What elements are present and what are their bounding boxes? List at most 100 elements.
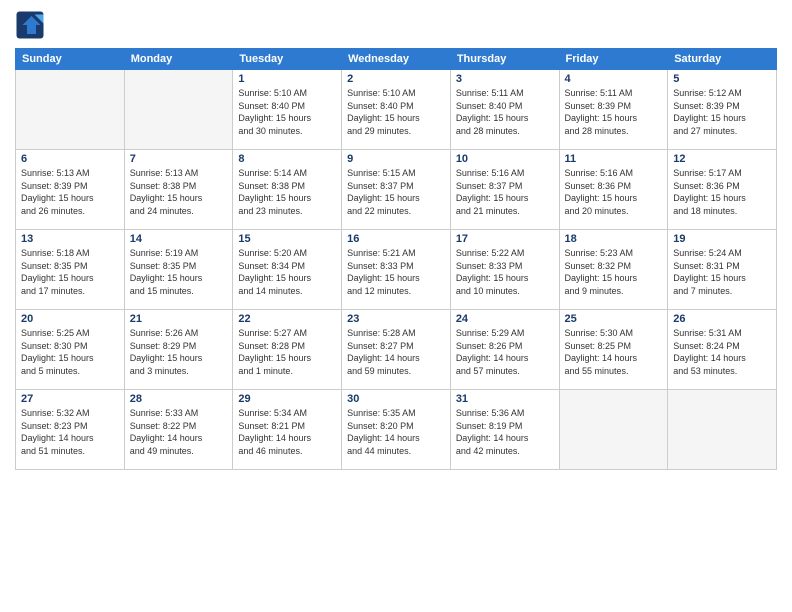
calendar-cell: 8 Sunrise: 5:14 AM Sunset: 8:38 PM Daylig… — [233, 150, 342, 230]
calendar-cell: 16Sunrise: 5:21 AM Sunset: 8:33 PM Dayli… — [342, 230, 451, 310]
day-number: 2 — [347, 73, 445, 85]
day-info: Sunrise: 5:13 AM Sunset: 8:39 PM Dayligh… — [21, 167, 119, 217]
weekday-header-sunday: Sunday — [16, 49, 125, 70]
day-number: 17 — [456, 233, 554, 245]
week-row-1: 1 Sunrise: 5:10 AM Sunset: 8:40 PM Daylig… — [16, 70, 777, 150]
calendar-page: SundayMondayTuesdayWednesdayThursdayFrid… — [0, 0, 792, 612]
day-info: Sunrise: 5:16 AM Sunset: 8:36 PM Dayligh… — [565, 167, 663, 217]
day-info: Sunrise: 5:12 AM Sunset: 8:39 PM Dayligh… — [673, 87, 771, 137]
header — [15, 10, 777, 40]
day-number: 24 — [456, 313, 554, 325]
calendar-cell: 12 Sunrise: 5:17 AM Sunset: 8:36 PM Dayli… — [668, 150, 777, 230]
day-info: Sunrise: 5:32 AM Sunset: 8:23 PM Dayligh… — [21, 407, 119, 457]
calendar-cell: 24 Sunrise: 5:29 AM Sunset: 8:26 PM Dayli… — [450, 310, 559, 390]
day-info: Sunrise: 5:18 AM Sunset: 8:35 PM Dayligh… — [21, 247, 119, 297]
calendar-cell: 31 Sunrise: 5:36 AM Sunset: 8:19 PM Dayli… — [450, 390, 559, 470]
day-number: 28 — [130, 393, 228, 405]
week-row-2: 6 Sunrise: 5:13 AM Sunset: 8:39 PM Daylig… — [16, 150, 777, 230]
day-number: 27 — [21, 393, 119, 405]
day-info: Sunrise: 5:15 AM Sunset: 8:37 PM Dayligh… — [347, 167, 445, 217]
day-info: Sunrise: 5:10 AM Sunset: 8:40 PM Dayligh… — [347, 87, 445, 137]
week-row-4: 20 Sunrise: 5:25 AM Sunset: 8:30 PM Dayli… — [16, 310, 777, 390]
day-info: Sunrise: 5:24 AM Sunset: 8:31 PM Dayligh… — [673, 247, 771, 297]
day-info: Sunrise: 5:30 AM Sunset: 8:25 PM Dayligh… — [565, 327, 663, 377]
day-info: Sunrise: 5:25 AM Sunset: 8:30 PM Dayligh… — [21, 327, 119, 377]
day-number: 9 — [347, 153, 445, 165]
calendar-cell — [124, 70, 233, 150]
calendar-cell: 9 Sunrise: 5:15 AM Sunset: 8:37 PM Daylig… — [342, 150, 451, 230]
day-info: Sunrise: 5:36 AM Sunset: 8:19 PM Dayligh… — [456, 407, 554, 457]
day-number: 13 — [21, 233, 119, 245]
logo-icon — [15, 10, 45, 40]
day-number: 7 — [130, 153, 228, 165]
day-info: Sunrise: 5:17 AM Sunset: 8:36 PM Dayligh… — [673, 167, 771, 217]
day-number: 8 — [238, 153, 336, 165]
calendar-cell: 28 Sunrise: 5:33 AM Sunset: 8:22 PM Dayli… — [124, 390, 233, 470]
day-info: Sunrise: 5:13 AM Sunset: 8:38 PM Dayligh… — [130, 167, 228, 217]
day-number: 21 — [130, 313, 228, 325]
day-number: 11 — [565, 153, 663, 165]
day-number: 20 — [21, 313, 119, 325]
weekday-header-saturday: Saturday — [668, 49, 777, 70]
day-number: 1 — [238, 73, 336, 85]
day-info: Sunrise: 5:29 AM Sunset: 8:26 PM Dayligh… — [456, 327, 554, 377]
week-row-3: 13 Sunrise: 5:18 AM Sunset: 8:35 PM Dayli… — [16, 230, 777, 310]
weekday-header-friday: Friday — [559, 49, 668, 70]
calendar-cell: 19 Sunrise: 5:24 AM Sunset: 8:31 PM Dayli… — [668, 230, 777, 310]
calendar-cell: 1 Sunrise: 5:10 AM Sunset: 8:40 PM Daylig… — [233, 70, 342, 150]
day-info: Sunrise: 5:10 AM Sunset: 8:40 PM Dayligh… — [238, 87, 336, 137]
calendar-cell: 14 Sunrise: 5:19 AM Sunset: 8:35 PM Dayli… — [124, 230, 233, 310]
calendar-cell: 4 Sunrise: 5:11 AM Sunset: 8:39 PM Daylig… — [559, 70, 668, 150]
weekday-header-thursday: Thursday — [450, 49, 559, 70]
logo — [15, 10, 47, 40]
calendar-cell: 17 Sunrise: 5:22 AM Sunset: 8:33 PM Dayli… — [450, 230, 559, 310]
day-info: Sunrise: 5:33 AM Sunset: 8:22 PM Dayligh… — [130, 407, 228, 457]
calendar-cell: 2 Sunrise: 5:10 AM Sunset: 8:40 PM Daylig… — [342, 70, 451, 150]
weekday-header-wednesday: Wednesday — [342, 49, 451, 70]
day-number: 5 — [673, 73, 771, 85]
calendar-cell: 13 Sunrise: 5:18 AM Sunset: 8:35 PM Dayli… — [16, 230, 125, 310]
day-info: Sunrise: 5:22 AM Sunset: 8:33 PM Dayligh… — [456, 247, 554, 297]
calendar-cell: 11 Sunrise: 5:16 AM Sunset: 8:36 PM Dayli… — [559, 150, 668, 230]
calendar-cell: 27 Sunrise: 5:32 AM Sunset: 8:23 PM Dayli… — [16, 390, 125, 470]
week-row-5: 27 Sunrise: 5:32 AM Sunset: 8:23 PM Dayli… — [16, 390, 777, 470]
day-number: 6 — [21, 153, 119, 165]
day-info: Sunrise: 5:19 AM Sunset: 8:35 PM Dayligh… — [130, 247, 228, 297]
day-number: 12 — [673, 153, 771, 165]
day-number: 18 — [565, 233, 663, 245]
calendar-cell: 21 Sunrise: 5:26 AM Sunset: 8:29 PM Dayli… — [124, 310, 233, 390]
calendar-cell: 26 Sunrise: 5:31 AM Sunset: 8:24 PM Dayli… — [668, 310, 777, 390]
day-info: Sunrise: 5:20 AM Sunset: 8:34 PM Dayligh… — [238, 247, 336, 297]
calendar-cell: 30Sunrise: 5:35 AM Sunset: 8:20 PM Dayli… — [342, 390, 451, 470]
calendar-cell: 20 Sunrise: 5:25 AM Sunset: 8:30 PM Dayli… — [16, 310, 125, 390]
weekday-header-monday: Monday — [124, 49, 233, 70]
calendar-cell — [668, 390, 777, 470]
day-info: Sunrise: 5:31 AM Sunset: 8:24 PM Dayligh… — [673, 327, 771, 377]
weekday-header-tuesday: Tuesday — [233, 49, 342, 70]
calendar-cell: 22Sunrise: 5:27 AM Sunset: 8:28 PM Dayli… — [233, 310, 342, 390]
day-number: 31 — [456, 393, 554, 405]
calendar-cell: 6 Sunrise: 5:13 AM Sunset: 8:39 PM Daylig… — [16, 150, 125, 230]
day-info: Sunrise: 5:34 AM Sunset: 8:21 PM Dayligh… — [238, 407, 336, 457]
calendar-cell: 25 Sunrise: 5:30 AM Sunset: 8:25 PM Dayli… — [559, 310, 668, 390]
day-info: Sunrise: 5:26 AM Sunset: 8:29 PM Dayligh… — [130, 327, 228, 377]
calendar-cell: 23 Sunrise: 5:28 AM Sunset: 8:27 PM Dayli… — [342, 310, 451, 390]
day-number: 26 — [673, 313, 771, 325]
day-number: 22 — [238, 313, 336, 325]
calendar-cell: 3Sunrise: 5:11 AM Sunset: 8:40 PM Daylig… — [450, 70, 559, 150]
calendar-cell: 29Sunrise: 5:34 AM Sunset: 8:21 PM Dayli… — [233, 390, 342, 470]
calendar-cell: 18Sunrise: 5:23 AM Sunset: 8:32 PM Dayli… — [559, 230, 668, 310]
day-number: 30 — [347, 393, 445, 405]
day-number: 14 — [130, 233, 228, 245]
day-number: 19 — [673, 233, 771, 245]
day-number: 4 — [565, 73, 663, 85]
day-number: 3 — [456, 73, 554, 85]
day-number: 25 — [565, 313, 663, 325]
day-info: Sunrise: 5:11 AM Sunset: 8:39 PM Dayligh… — [565, 87, 663, 137]
calendar-cell — [559, 390, 668, 470]
day-info: Sunrise: 5:28 AM Sunset: 8:27 PM Dayligh… — [347, 327, 445, 377]
day-info: Sunrise: 5:16 AM Sunset: 8:37 PM Dayligh… — [456, 167, 554, 217]
day-number: 23 — [347, 313, 445, 325]
calendar-cell: 5 Sunrise: 5:12 AM Sunset: 8:39 PM Daylig… — [668, 70, 777, 150]
day-info: Sunrise: 5:14 AM Sunset: 8:38 PM Dayligh… — [238, 167, 336, 217]
